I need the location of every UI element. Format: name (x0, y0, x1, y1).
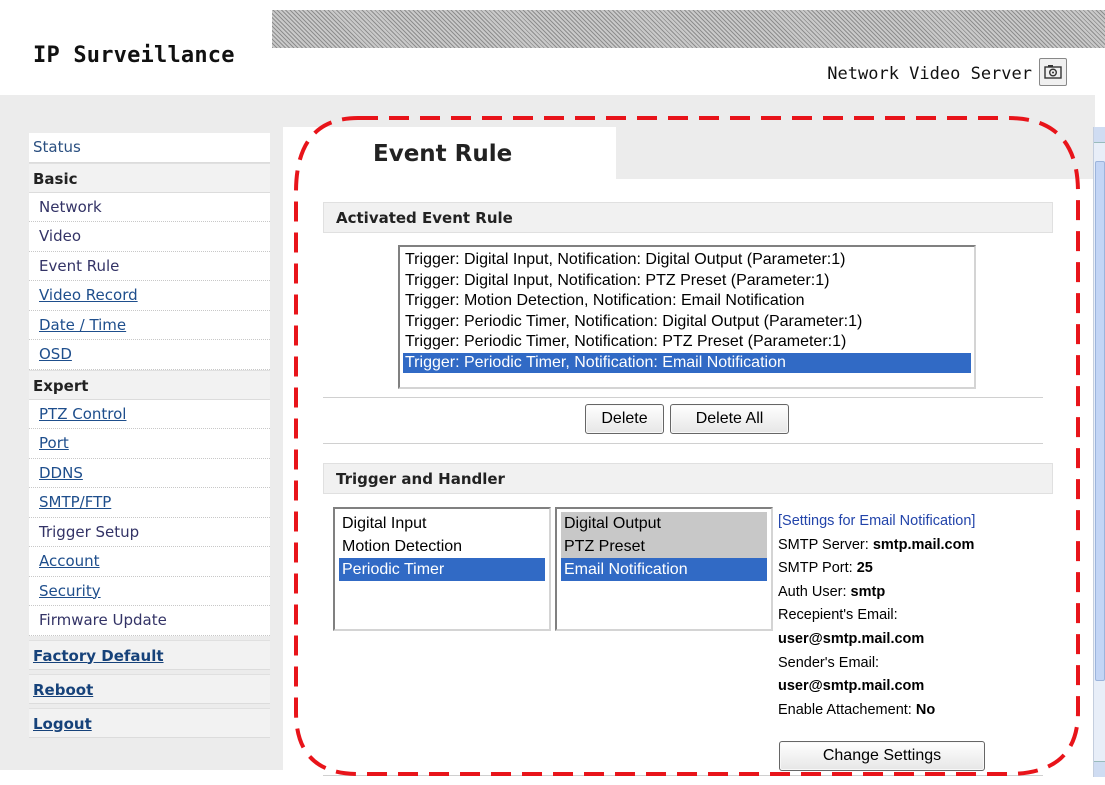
sidebar-item-logout[interactable]: Logout (29, 707, 270, 738)
smtp-server-value: smtp.mail.com (872, 536, 975, 553)
camera-icon (1044, 65, 1062, 79)
sidebar-item-security[interactable]: Security (29, 576, 270, 606)
delete-all-button[interactable]: Delete All (670, 404, 789, 434)
activated-rule-list[interactable]: Trigger: Digital Input, Notification: Di… (398, 245, 976, 389)
handler-listbox[interactable]: Digital Output PTZ Preset Email Notifica… (555, 507, 773, 631)
handler-option[interactable]: Digital Output (561, 512, 767, 535)
sidebar-item-port[interactable]: Port (29, 429, 270, 459)
rule-list-item[interactable]: Trigger: Digital Input, Notification: PT… (403, 271, 971, 292)
sidebar-item-video-record[interactable]: Video Record (29, 281, 270, 311)
sidebar-item-status[interactable]: Status (29, 133, 270, 163)
auth-user-value: smtp (850, 583, 886, 600)
auth-user-row: Auth User: smtp (778, 581, 1078, 605)
snapshot-button[interactable] (1039, 58, 1067, 86)
trigger-listbox[interactable]: Digital Input Motion Detection Periodic … (333, 507, 551, 631)
sidebar-item-network[interactable]: Network (29, 192, 270, 222)
sidebar-heading-expert: Expert (29, 369, 270, 400)
smtp-port-row: SMTP Port: 25 (778, 557, 1078, 581)
rule-list-item-selected[interactable]: Trigger: Periodic Timer, Notification: E… (403, 352, 971, 373)
divider (323, 443, 1043, 444)
sidebar-item-event-rule[interactable]: Event Rule (29, 251, 270, 281)
sender-value: user@smtp.mail.com (778, 678, 925, 695)
smtp-server-label: SMTP Server: (778, 536, 873, 553)
divider (323, 397, 1043, 398)
section-heading-trigger-handler: Trigger and Handler (323, 463, 1053, 494)
page-title: Event Rule (373, 141, 513, 167)
smtp-server-row: SMTP Server: smtp.mail.com (778, 534, 1078, 558)
rule-list-item[interactable]: Trigger: Periodic Timer, Notification: D… (403, 312, 971, 333)
sidebar-item-date-time[interactable]: Date / Time (29, 310, 270, 340)
product-name: Network Video Server (827, 64, 1032, 84)
smtp-port-label: SMTP Port: (778, 560, 857, 577)
recipient-value: user@smtp.mail.com (778, 630, 925, 647)
sidebar-nav: Status Basic Network Video Event Rule Vi… (29, 133, 270, 738)
sidebar-item-account[interactable]: Account (29, 547, 270, 577)
sidebar-item-ddns[interactable]: DDNS (29, 458, 270, 488)
email-settings-panel: [Settings for Email Notification] SMTP S… (778, 510, 1078, 722)
change-settings-button[interactable]: Change Settings (779, 741, 985, 771)
rule-list-item[interactable]: Trigger: Digital Input, Notification: Di… (403, 250, 971, 271)
sidebar-item-factory-default[interactable]: Factory Default (29, 639, 270, 670)
handler-option-selected[interactable]: Email Notification (561, 558, 767, 581)
sidebar-item-smtp-ftp[interactable]: SMTP/FTP (29, 488, 270, 518)
settings-heading: [Settings for Email Notification] (778, 513, 976, 529)
trigger-option-selected[interactable]: Periodic Timer (339, 558, 545, 581)
delete-button[interactable]: Delete (585, 404, 664, 434)
sidebar-item-firmware-update[interactable]: Firmware Update (29, 606, 270, 636)
scroll-up-arrow-icon[interactable] (1094, 127, 1105, 143)
smtp-port-value: 25 (856, 560, 873, 577)
header-hatch-banner (272, 10, 1105, 48)
section-heading-activated-rules: Activated Event Rule (323, 202, 1053, 233)
attachment-row: Enable Attachement: No (778, 699, 1078, 723)
sender-label: Sender's Email: (778, 654, 880, 671)
handler-option[interactable]: PTZ Preset (561, 535, 767, 558)
sidebar-item-osd[interactable]: OSD (29, 340, 270, 370)
divider (323, 775, 1043, 776)
content-scrollbar[interactable] (1093, 127, 1105, 777)
recipient-label: Recepient's Email: (778, 607, 898, 624)
sidebar-item-ptz-control[interactable]: PTZ Control (29, 399, 270, 429)
sidebar-heading-basic: Basic (29, 162, 270, 193)
trigger-option[interactable]: Motion Detection (339, 535, 545, 558)
attachment-value: No (915, 701, 936, 718)
scroll-thumb[interactable] (1095, 161, 1105, 681)
tab-event-rule: Event Rule (283, 127, 616, 179)
rule-list-item[interactable]: Trigger: Periodic Timer, Notification: P… (403, 332, 971, 353)
scroll-down-arrow-icon[interactable] (1094, 761, 1105, 777)
sidebar-item-reboot[interactable]: Reboot (29, 673, 270, 704)
rule-list-item[interactable]: Trigger: Motion Detection, Notification:… (403, 291, 971, 312)
auth-user-label: Auth User: (778, 583, 851, 600)
attachment-label: Enable Attachement: (778, 701, 916, 718)
sidebar-item-trigger-setup[interactable]: Trigger Setup (29, 517, 270, 547)
sidebar-item-video[interactable]: Video (29, 222, 270, 252)
content-panel: Event Rule Activated Event Rule Trigger:… (283, 127, 1093, 777)
trigger-option[interactable]: Digital Input (339, 512, 545, 535)
